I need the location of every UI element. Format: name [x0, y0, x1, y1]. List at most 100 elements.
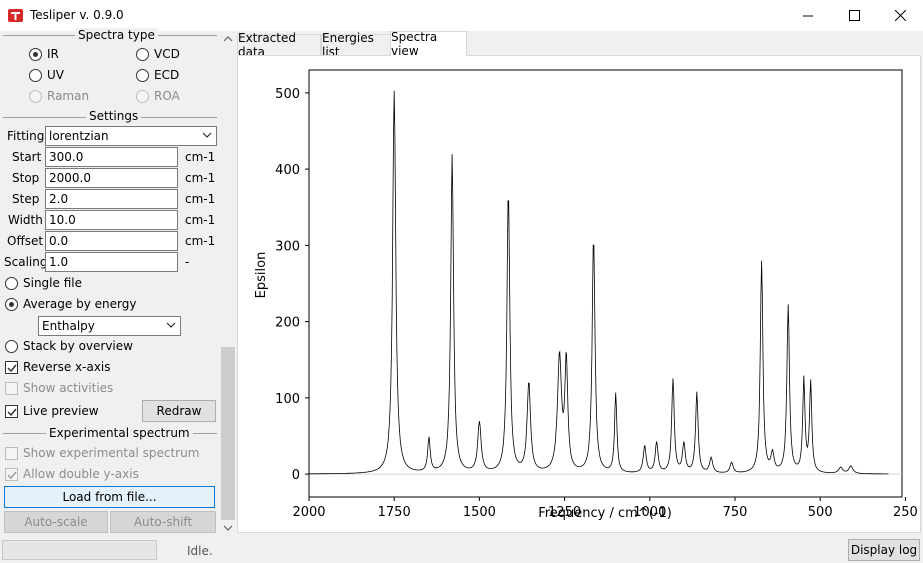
average-by-energy-label: Average by energy	[23, 297, 137, 311]
allow-double-y-label: Allow double y-axis	[23, 467, 139, 481]
radio-single-file[interactable]	[5, 277, 18, 290]
load-from-file-button[interactable]: Load from file...	[4, 486, 215, 508]
scrollbar-thumb[interactable]	[221, 347, 235, 520]
reverse-x-axis-label: Reverse x-axis	[23, 360, 111, 374]
controls-scrollbar[interactable]	[220, 31, 236, 536]
fitting-select[interactable]: lorentzian	[45, 126, 217, 146]
stop-unit: cm-1	[185, 171, 216, 185]
x-tick-label: 250	[893, 505, 918, 520]
x-tick-label: 750	[723, 505, 748, 520]
width-label: Width	[8, 213, 43, 227]
chevron-down-icon	[223, 525, 233, 531]
live-preview-label: Live preview	[23, 404, 99, 418]
radio-uv[interactable]	[29, 69, 42, 82]
maximize-button[interactable]	[831, 0, 877, 31]
chevron-down-icon	[166, 322, 176, 328]
single-file-label: Single file	[23, 276, 82, 290]
progress-bar	[2, 540, 157, 560]
checkmark-icon	[7, 364, 17, 373]
fitting-value: lorentzian	[49, 129, 109, 143]
x-axis-label: Frequency / cm^(-1)	[538, 506, 672, 521]
radio-average-by-energy[interactable]	[5, 298, 18, 311]
minimize-button[interactable]	[785, 0, 831, 31]
settings-title: Settings	[86, 109, 142, 123]
show-experimental-label: Show experimental spectrum	[23, 446, 200, 460]
stop-field[interactable]: 2000.0	[45, 168, 178, 188]
controls-panel: Spectra type IR VCD UV ECD Raman ROA Set…	[0, 28, 220, 536]
show-activities-label: Show activities	[23, 381, 114, 395]
tesliper-logo-icon	[8, 9, 23, 22]
x-tick-label: 500	[808, 505, 833, 520]
radio-ecd[interactable]	[136, 69, 149, 82]
y-tick-label: 0	[292, 468, 300, 483]
tab-energies-list[interactable]: Energies list	[321, 31, 391, 59]
energy-type-value: Enthalpy	[42, 319, 95, 333]
scaling-label: Scaling	[4, 255, 48, 269]
y-tick-label: 500	[275, 87, 300, 102]
experimental-title: Experimental spectrum	[46, 426, 193, 440]
radio-ir[interactable]	[29, 48, 42, 61]
close-button[interactable]	[877, 0, 923, 31]
auto-scale-button: Auto-scale	[4, 511, 108, 533]
status-text: Idle.	[187, 544, 213, 558]
minimize-icon	[803, 15, 813, 16]
y-tick-label: 200	[275, 316, 300, 331]
tab-extracted-data[interactable]: Extracted data	[237, 31, 321, 59]
radio-uv-label: UV	[47, 68, 64, 82]
width-field[interactable]: 10.0	[45, 210, 178, 230]
radio-ir-label: IR	[47, 47, 59, 61]
offset-field[interactable]: 0.0	[45, 231, 178, 251]
scaling-unit: -	[185, 255, 190, 269]
spectra-type-title: Spectra type	[75, 28, 158, 42]
show-activities-checkbox	[5, 382, 18, 395]
x-tick-label: 1500	[463, 505, 496, 520]
scaling-field[interactable]: 1.0	[45, 252, 178, 272]
fitting-label: Fitting	[7, 129, 45, 143]
y-tick-label: 400	[275, 163, 300, 178]
y-axis-label: Epsilon	[254, 252, 269, 299]
radio-roa-label: ROA	[154, 89, 180, 103]
display-log-button[interactable]: Display log	[848, 539, 920, 561]
step-unit: cm-1	[185, 192, 216, 206]
show-experimental-checkbox	[5, 447, 18, 460]
stop-label: Stop	[12, 171, 40, 185]
radio-raman-label: Raman	[47, 89, 90, 103]
auto-shift-button: Auto-shift	[110, 511, 216, 533]
radio-raman	[29, 90, 42, 103]
chevron-up-icon	[223, 36, 233, 42]
energy-type-select[interactable]: Enthalpy	[38, 316, 181, 336]
status-bar: Idle. Display log	[0, 536, 923, 563]
x-tick-label: 1750	[378, 505, 411, 520]
allow-double-y-checkbox	[5, 468, 18, 481]
checkmark-icon	[7, 408, 17, 417]
reverse-x-axis-checkbox[interactable]	[5, 361, 18, 374]
live-preview-checkbox[interactable]	[5, 405, 18, 418]
window-title: Tesliper v. 0.9.0	[30, 8, 124, 22]
radio-roa	[136, 90, 149, 103]
checkmark-icon	[7, 471, 17, 480]
offset-unit: cm-1	[185, 234, 216, 248]
offset-label: Offset	[7, 234, 44, 248]
tab-spectra-view[interactable]: Spectra view	[390, 30, 467, 58]
spectra-view-panel: 2000 1750 1500 1250 1000 750 500 250 0 100 200 300…	[237, 55, 921, 533]
radio-vcd-label: VCD	[154, 47, 180, 61]
plot-area	[308, 69, 903, 498]
radio-vcd[interactable]	[136, 48, 149, 61]
close-icon	[894, 10, 906, 21]
stack-by-overview-label: Stack by overview	[23, 339, 133, 353]
step-field[interactable]: 2.0	[45, 189, 178, 209]
step-label: Step	[12, 192, 40, 206]
width-unit: cm-1	[185, 213, 216, 227]
radio-ecd-label: ECD	[154, 68, 180, 82]
title-bar: Tesliper v. 0.9.0	[0, 0, 923, 31]
x-tick-label: 2000	[292, 505, 325, 520]
start-field[interactable]: 300.0	[45, 147, 178, 167]
y-tick-label: 300	[275, 239, 300, 254]
y-tick-label: 100	[275, 392, 300, 407]
redraw-button[interactable]: Redraw	[142, 400, 216, 422]
maximize-icon	[848, 10, 860, 21]
radio-stack-by-overview[interactable]	[5, 340, 18, 353]
spectrum-chart: 2000 1750 1500 1250 1000 750 500 250 0100200300…	[254, 69, 918, 521]
start-label: Start	[12, 150, 42, 164]
chevron-down-icon	[202, 132, 212, 138]
